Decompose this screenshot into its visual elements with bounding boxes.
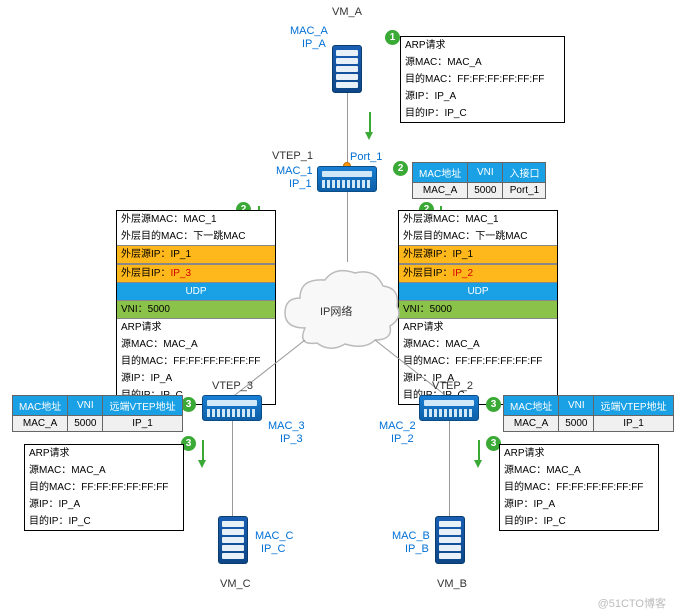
vtep1-name: VTEP_1 xyxy=(272,150,313,162)
cloud-label: IP网络 xyxy=(320,303,352,319)
vtep2-name: VTEP_2 xyxy=(432,380,473,392)
badge-step-3a: 3 xyxy=(181,397,196,412)
arp-dst-ip: 目的IP：IP_C xyxy=(25,513,183,530)
td-vni: 5000 xyxy=(68,416,103,432)
arp-dst-ip: 目的IP：IP_C xyxy=(401,105,564,122)
th-vtep: 远端VTEP地址 xyxy=(103,396,182,416)
vm-b-mac: MAC_B xyxy=(392,530,430,542)
vm-a-ip: IP_A xyxy=(302,38,326,50)
arp-src-mac: 源MAC：MAC_A xyxy=(500,462,658,479)
outer-src-mac: 外层源MAC：MAC_1 xyxy=(117,211,275,228)
td-ip: IP_1 xyxy=(103,416,182,432)
udp-layer: UDP xyxy=(399,283,557,301)
th-vni: VNI xyxy=(559,396,594,416)
connector-line xyxy=(347,93,348,165)
vtep1-switch-icon xyxy=(317,166,377,192)
vtep2-switch-icon xyxy=(419,395,479,421)
vm-b-server-icon xyxy=(435,516,465,564)
arrow-down-icon xyxy=(198,460,206,468)
arp-dst-mac: 目的MAC：FF:FF:FF:FF:FF:FF xyxy=(500,479,658,496)
vtep3-name: VTEP_3 xyxy=(212,380,253,392)
th-mac: MAC地址 xyxy=(504,396,559,416)
td-vni: 5000 xyxy=(468,183,503,199)
watermark: @51CTO博客 xyxy=(598,595,666,611)
td-mac: MAC_A xyxy=(413,183,468,199)
arp-src-ip: 源IP：IP_A xyxy=(500,496,658,513)
vtep3-mac: MAC_3 xyxy=(268,420,305,432)
arrow-line xyxy=(478,440,480,462)
th-vni: VNI xyxy=(68,396,103,416)
connector-line xyxy=(449,421,450,516)
badge-step-2a: 2 xyxy=(393,161,408,176)
th-mac: MAC地址 xyxy=(13,396,68,416)
diagram-root: VM_A MAC_A IP_A 1 ARP请求 源MAC：MAC_A 目的MAC… xyxy=(0,0,674,615)
arp-src-mac: 源MAC：MAC_A xyxy=(401,54,564,71)
connector-line xyxy=(232,421,233,516)
vtep3-switch-icon xyxy=(202,395,262,421)
td-ip: IP_1 xyxy=(594,416,673,432)
connector-line xyxy=(347,192,348,262)
arrow-line xyxy=(202,440,204,462)
arp-title: ARP请求 xyxy=(500,445,658,462)
vm-b-name: VM_B xyxy=(437,578,467,590)
th-port: 入接口 xyxy=(503,163,546,183)
td-vni: 5000 xyxy=(559,416,594,432)
arp-title: ARP请求 xyxy=(399,319,557,336)
outer-src-mac: 外层源MAC：MAC_1 xyxy=(399,211,557,228)
arp-src-mac: 源MAC：MAC_A xyxy=(25,462,183,479)
mac-table-top: MAC地址VNI入接口 MAC_A5000Port_1 xyxy=(412,162,546,199)
arp-title: ARP请求 xyxy=(117,319,275,336)
outer-dst-ip: 外层目IP：IP_3 xyxy=(117,264,275,283)
outer-dst-mac: 外层目的MAC：下一跳MAC xyxy=(117,228,275,245)
arp-src-ip: 源IP：IP_A xyxy=(25,496,183,513)
arrow-line xyxy=(369,112,371,134)
outer-dst-ip: 外层目IP：IP_2 xyxy=(399,264,557,283)
badge-step-1: 1 xyxy=(385,30,400,45)
outer-dst-mac: 外层目的MAC：下一跳MAC xyxy=(399,228,557,245)
arp-dst-mac: 目的MAC：FF:FF:FF:FF:FF:FF xyxy=(401,71,564,88)
vm-c-name: VM_C xyxy=(220,578,251,590)
arrow-down-icon xyxy=(365,132,373,140)
th-mac: MAC地址 xyxy=(413,163,468,183)
arp-dst-mac: 目的MAC：FF:FF:FF:FF:FF:FF xyxy=(25,479,183,496)
outer-src-ip: 外层源IP：IP_1 xyxy=(117,245,275,264)
vm-c-mac: MAC_C xyxy=(255,530,294,542)
vtep2-ip: IP_2 xyxy=(391,433,414,445)
vm-b-ip: IP_B xyxy=(405,543,429,555)
vtep1-ip: IP_1 xyxy=(289,178,312,190)
arp-request-box-right: ARP请求 源MAC：MAC_A 目的MAC：FF:FF:FF:FF:FF:FF… xyxy=(499,444,659,531)
vm-a-server-icon xyxy=(332,45,362,93)
arp-src-ip: 源IP：IP_A xyxy=(401,88,564,105)
vtep3-ip: IP_3 xyxy=(280,433,303,445)
vni-layer: VNI：5000 xyxy=(117,301,275,319)
vtep1-port: Port_1 xyxy=(350,151,382,163)
td-port: Port_1 xyxy=(503,183,546,199)
badge-step-3b: 3 xyxy=(486,397,501,412)
td-mac: MAC_A xyxy=(13,416,68,432)
td-mac: MAC_A xyxy=(504,416,559,432)
vm-a-name: VM_A xyxy=(332,6,362,18)
arrow-down-icon xyxy=(474,460,482,468)
udp-layer: UDP xyxy=(117,283,275,301)
outer-src-ip: 外层源IP：IP_1 xyxy=(399,245,557,264)
arp-title: ARP请求 xyxy=(25,445,183,462)
mac-table-right: MAC地址VNI远端VTEP地址 MAC_A5000IP_1 xyxy=(503,395,674,432)
th-vni: VNI xyxy=(468,163,503,183)
vtep1-mac: MAC_1 xyxy=(276,165,313,177)
mac-table-left: MAC地址VNI远端VTEP地址 MAC_A5000IP_1 xyxy=(12,395,183,432)
vtep2-mac: MAC_2 xyxy=(379,420,416,432)
vm-a-mac: MAC_A xyxy=(290,25,328,37)
vni-layer: VNI：5000 xyxy=(399,301,557,319)
arp-title: ARP请求 xyxy=(401,37,564,54)
vm-c-server-icon xyxy=(218,516,248,564)
th-vtep: 远端VTEP地址 xyxy=(594,396,673,416)
arp-dst-ip: 目的IP：IP_C xyxy=(500,513,658,530)
arp-request-box-left: ARP请求 源MAC：MAC_A 目的MAC：FF:FF:FF:FF:FF:FF… xyxy=(24,444,184,531)
vm-c-ip: IP_C xyxy=(261,543,285,555)
arp-request-box-top: ARP请求 源MAC：MAC_A 目的MAC：FF:FF:FF:FF:FF:FF… xyxy=(400,36,565,123)
